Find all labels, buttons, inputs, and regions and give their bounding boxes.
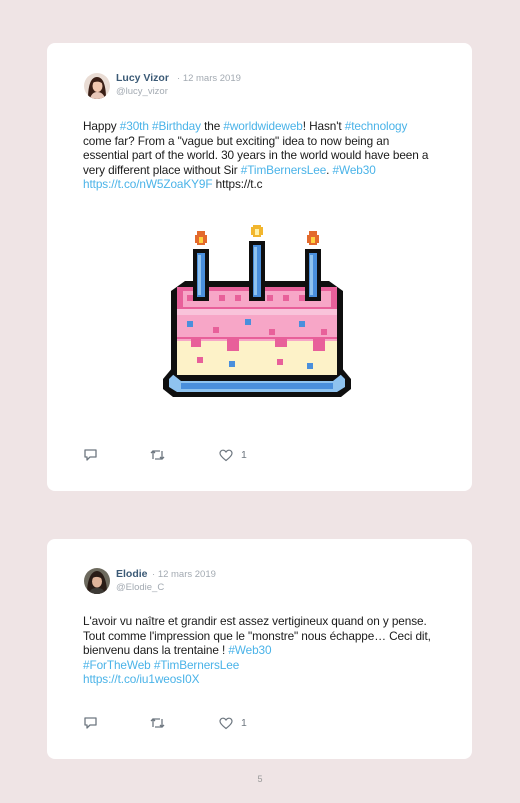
avatar[interactable] bbox=[84, 568, 110, 594]
like-button[interactable]: 1 bbox=[219, 447, 247, 463]
url-link[interactable]: https://t.co/nW5ZoaKY9F bbox=[83, 177, 213, 191]
heart-icon bbox=[219, 449, 233, 461]
author-name[interactable]: Lucy Vizor bbox=[116, 72, 169, 84]
author-name[interactable]: Elodie bbox=[116, 568, 148, 580]
url-link[interactable]: https://t.co/iu1weosI0X bbox=[83, 672, 199, 686]
page-number: 5 bbox=[257, 774, 263, 784]
tweet-text: Happy #30th #Birthday the #worldwideweb!… bbox=[83, 119, 429, 192]
hashtag-link[interactable]: #worldwideweb bbox=[223, 119, 302, 133]
reply-icon bbox=[84, 449, 97, 461]
author-handle[interactable]: @Elodie_C bbox=[116, 582, 164, 593]
hashtag-link[interactable]: #TimBernersLee bbox=[154, 658, 239, 672]
reply-button[interactable] bbox=[83, 715, 98, 731]
retweet-button[interactable] bbox=[149, 715, 166, 731]
reply-icon bbox=[84, 717, 97, 729]
tweet-actions: 1 bbox=[83, 447, 283, 463]
hashtag-link[interactable]: #Web30 bbox=[333, 163, 376, 177]
avatar[interactable] bbox=[84, 73, 110, 99]
like-count: 1 bbox=[241, 717, 247, 729]
hashtag-link[interactable]: #technology bbox=[345, 119, 408, 133]
birthday-cake-image[interactable] bbox=[157, 225, 357, 425]
reply-button[interactable] bbox=[83, 447, 98, 463]
tweet-text: L'avoir vu naître et grandir est assez v… bbox=[83, 614, 431, 687]
hashtag-link[interactable]: #ForTheWeb bbox=[83, 658, 151, 672]
tweet-card: Elodie · 12 mars 2019 @Elodie_C L'avoir … bbox=[47, 539, 472, 759]
hashtag-link[interactable]: #TimBernersLee bbox=[241, 163, 326, 177]
retweet-icon bbox=[150, 450, 165, 460]
heart-icon bbox=[219, 717, 233, 729]
tweet-actions: 1 bbox=[83, 715, 283, 731]
tweet-date: · 12 mars 2019 bbox=[152, 569, 216, 580]
retweet-button[interactable] bbox=[149, 447, 166, 463]
hashtag-link[interactable]: #Birthday bbox=[152, 119, 201, 133]
like-count: 1 bbox=[241, 449, 247, 461]
author-handle[interactable]: @lucy_vizor bbox=[116, 86, 168, 97]
tweet-date: · 12 mars 2019 bbox=[177, 73, 241, 84]
hashtag-link[interactable]: #30th bbox=[120, 119, 149, 133]
tweet-card: Lucy Vizor · 12 mars 2019 @lucy_vizor Ha… bbox=[47, 43, 472, 491]
hashtag-link[interactable]: #Web30 bbox=[228, 643, 271, 657]
like-button[interactable]: 1 bbox=[219, 715, 247, 731]
retweet-icon bbox=[150, 718, 165, 728]
